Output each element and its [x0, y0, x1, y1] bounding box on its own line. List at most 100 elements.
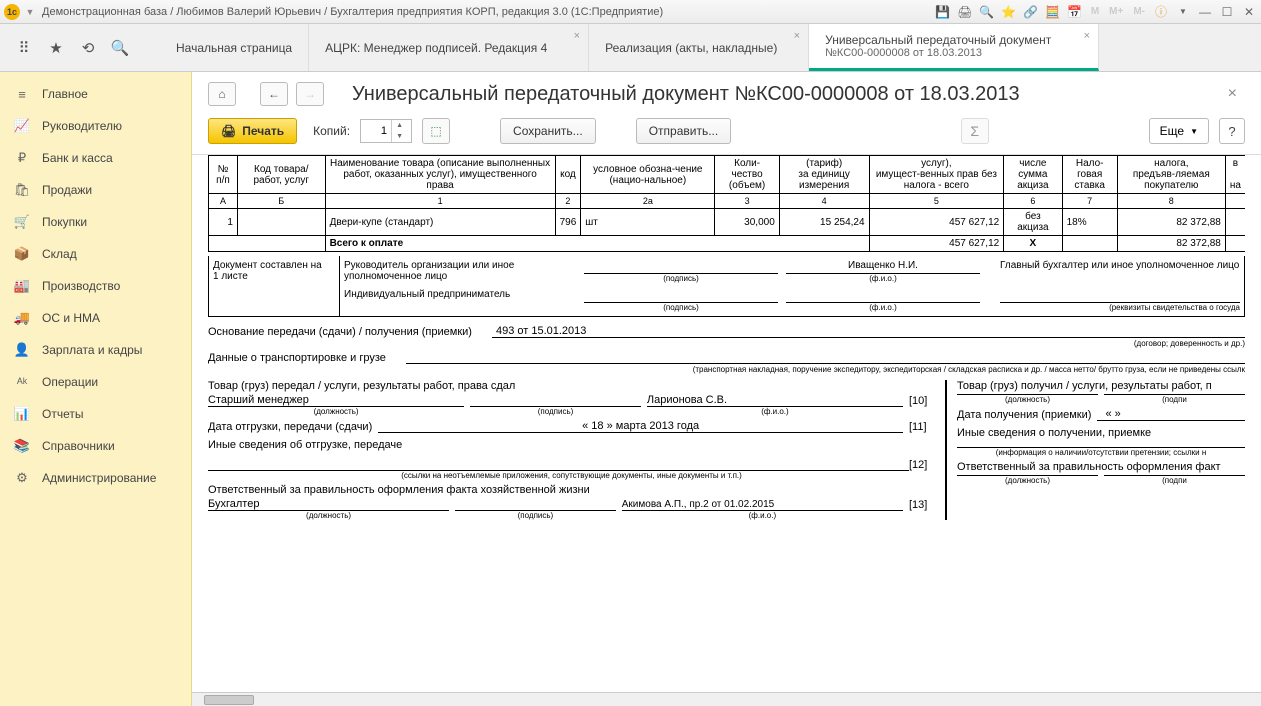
more-button[interactable]: Еще▼ [1149, 118, 1209, 144]
document-close-icon[interactable]: × [1220, 85, 1245, 103]
n11: [11] [909, 421, 935, 433]
compare-icon[interactable]: 🔍 [979, 4, 995, 20]
inye-left-label: Иные сведения об отгрузке, передаче [208, 439, 935, 451]
tab-label: Универсальный передаточный документ [825, 33, 1070, 47]
info-icon[interactable]: ⓘ [1153, 4, 1169, 20]
back-button[interactable]: ← [260, 82, 288, 106]
sidebar-label: Отчеты [42, 407, 83, 421]
sidebar-item-bank[interactable]: ₽Банк и касса [0, 142, 191, 174]
copies-label: Копий: [313, 124, 350, 138]
sidebar-label: Справочники [42, 439, 115, 453]
help-button[interactable]: ? [1219, 118, 1245, 144]
sum-button[interactable]: Σ [961, 118, 989, 144]
toolbar: 🖨Печать Копий: ▲▼ ⬚ Сохранить... Отправи… [192, 112, 1261, 155]
tab-realization[interactable]: Реализация (акты, накладные) × [589, 24, 809, 71]
print-icon[interactable]: 🖨 [957, 4, 973, 20]
sidebar-item-production[interactable]: 🏭Производство [0, 270, 191, 302]
copies-value[interactable] [361, 125, 391, 137]
calendar-icon[interactable]: 📅 [1067, 4, 1083, 20]
sidebar-item-salary[interactable]: 👤Зарплата и кадры [0, 334, 191, 366]
sidebar-label: Покупки [42, 215, 87, 229]
horizontal-scrollbar[interactable] [192, 692, 1261, 706]
fio-note: (ф.и.о.) [786, 274, 980, 283]
cell-sum: 457 627,12 [869, 209, 1004, 236]
sidebar-item-assets[interactable]: 🚚ОС и НМА [0, 302, 191, 334]
sidebar-item-main[interactable]: ≡Главное [0, 78, 191, 110]
table-row: 1 Двери-купе (стандарт) 796 шт 30,000 15… [209, 209, 1246, 236]
tab-home[interactable]: Начальная страница [160, 24, 309, 71]
apps-icon[interactable]: ⠿ [14, 38, 34, 58]
spin-up-icon[interactable]: ▲ [392, 120, 407, 131]
home-button[interactable]: ⌂ [208, 82, 236, 106]
close-icon[interactable]: ✕ [1241, 4, 1257, 20]
sidebar-label: Операции [42, 375, 98, 389]
more-label: Еще [1160, 124, 1184, 138]
dropdown-icon[interactable]: ▼ [24, 6, 36, 18]
sidebar-item-reports[interactable]: 📊Отчеты [0, 398, 191, 430]
sidebar-item-operations[interactable]: ᴬᵏОперации [0, 366, 191, 398]
truck-icon: 🚚 [14, 310, 30, 326]
m-icon[interactable]: M [1089, 6, 1101, 17]
th-buyer: налога,предъяв-ляемая покупателю [1117, 156, 1225, 194]
n12: [12] [909, 459, 935, 471]
table-total-row: Всего к оплате 457 627,12 Х 82 372,88 [209, 236, 1246, 252]
th-excise: числесумма акциза [1004, 156, 1062, 194]
forward-button[interactable]: → [296, 82, 324, 106]
sidebar-label: Администрирование [42, 471, 156, 485]
tovar-left-label: Товар (груз) передал / услуги, результат… [208, 380, 935, 392]
save-icon[interactable]: 💾 [935, 4, 951, 20]
chart-icon: 📈 [14, 118, 30, 134]
books-icon: 📚 [14, 438, 30, 454]
items-table: № п/п Код товара/ работ, услуг Наименова… [208, 155, 1245, 252]
print-button[interactable]: 🖨Печать [208, 118, 297, 144]
tab-upd[interactable]: Универсальный передаточный документ №КС0… [809, 24, 1099, 71]
idx-a: А [209, 194, 238, 209]
maximize-icon[interactable]: ☐ [1219, 4, 1235, 20]
trans-note: (транспортная накладная, поручение экспе… [208, 365, 1245, 374]
date-left-label: Дата отгрузки, передачи (сдачи) [208, 421, 372, 433]
sidebar-item-refs[interactable]: 📚 Справочники [0, 430, 191, 462]
sidebar-item-purchases[interactable]: 🛒Покупки [0, 206, 191, 238]
tab-close-icon[interactable]: × [1084, 30, 1090, 42]
ssylki-left: (ссылки на неотъемлемые приложения, сопу… [208, 471, 935, 480]
calc-icon[interactable]: 🧮 [1045, 4, 1061, 20]
total-sum: 457 627,12 [869, 236, 1004, 252]
m-plus-icon[interactable]: M+ [1107, 6, 1125, 17]
star-icon[interactable]: ★ [46, 38, 66, 58]
fio-left: Ларионова С.В. [647, 394, 903, 407]
settings-button[interactable]: ⬚ [422, 118, 450, 144]
tab-signatures[interactable]: АЦРК: Менеджер подписей. Редакция 4 × [309, 24, 589, 71]
transport-label: Данные о транспортировке и грузе [208, 352, 386, 364]
n10: [10] [909, 395, 935, 407]
tab-label: Начальная страница [176, 41, 292, 55]
sidebar-item-admin[interactable]: ⚙ Администрирование [0, 462, 191, 494]
sidebar-item-warehouse[interactable]: 📦Склад [0, 238, 191, 270]
spin-down-icon[interactable]: ▼ [392, 131, 407, 142]
minimize-icon[interactable]: — [1197, 4, 1213, 20]
copies-input[interactable]: ▲▼ [360, 119, 412, 143]
th-price: (тариф)за единицу измерения [779, 156, 869, 194]
th-last: вна [1225, 156, 1245, 194]
scrollbar-thumb[interactable] [204, 695, 254, 705]
cell-rate: 18% [1062, 209, 1117, 236]
sidebar-item-manager[interactable]: 📈Руководителю [0, 110, 191, 142]
favorite-icon[interactable]: ⭐ [1001, 4, 1017, 20]
podpis-note: (подпись) [584, 303, 778, 312]
tab-close-icon[interactable]: × [794, 30, 800, 42]
idx-7: 7 [1062, 194, 1117, 209]
tab-close-icon[interactable]: × [574, 30, 580, 42]
m-minus-icon[interactable]: M- [1131, 6, 1147, 17]
gear-icon: ⚙ [14, 470, 30, 486]
search-icon[interactable]: 🔍 [110, 38, 130, 58]
sidebar-item-sales[interactable]: 🛍Продажи [0, 174, 191, 206]
history-icon[interactable]: ⟲ [78, 38, 98, 58]
doc-compiled-label: Документ составлен на [213, 260, 322, 271]
save-button[interactable]: Сохранить... [500, 118, 596, 144]
send-label: Отправить... [649, 124, 719, 138]
idx-3: 3 [715, 194, 779, 209]
signatures-area: Документ составлен на 1 листе Руководите… [208, 256, 1245, 520]
send-button[interactable]: Отправить... [636, 118, 732, 144]
link-icon[interactable]: 🔗 [1023, 4, 1039, 20]
th-unit: условное обозна-чение (нацио-нальное) [581, 156, 715, 194]
info-drop-icon[interactable]: ▼ [1175, 4, 1191, 20]
